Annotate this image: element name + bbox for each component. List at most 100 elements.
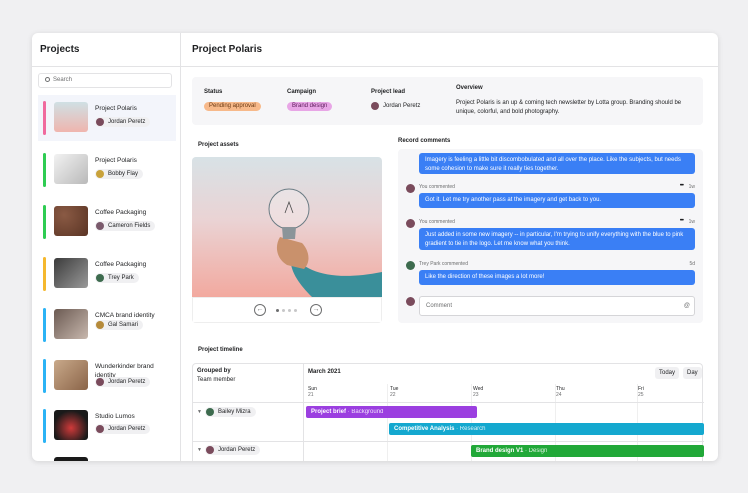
- status-label: Status: [204, 89, 223, 95]
- search-input[interactable]: Search: [38, 73, 172, 88]
- project-name: CMCA brand identity: [95, 312, 155, 319]
- more-icon[interactable]: •••: [680, 218, 684, 224]
- app-window: Projects Search Project Polaris Jordan P…: [32, 33, 718, 461]
- main-panel: Project Polaris Status Pending approval …: [181, 33, 718, 461]
- project-owner: Jordan Peretz: [95, 377, 151, 387]
- assets-carousel: ← →: [192, 157, 382, 323]
- day-header: Fri 25: [638, 386, 644, 398]
- mention-icon[interactable]: @: [684, 297, 690, 315]
- day-header: Thu 24: [556, 386, 565, 398]
- day-header: Tue 22: [390, 386, 399, 398]
- project-color-bar: [43, 205, 46, 239]
- search-icon: [45, 77, 50, 82]
- project-color-bar: [43, 409, 46, 443]
- timeline: Grouped by Team member March 2021 Today …: [192, 363, 704, 461]
- avatar: [96, 170, 104, 178]
- divider: [181, 66, 718, 67]
- comment-time: 1w: [688, 219, 695, 225]
- month-label: March 2021: [308, 369, 341, 375]
- day-header: Wed 23: [473, 386, 484, 398]
- divider: [193, 441, 704, 442]
- sidebar-project-item[interactable]: Coffee Packaging Trey Park: [38, 251, 176, 297]
- sidebar: Projects Search Project Polaris Jordan P…: [32, 33, 181, 461]
- overview-text: Project Polaris is an up & coming tech n…: [456, 100, 682, 115]
- sidebar-title: Projects: [40, 44, 80, 55]
- member-row-label[interactable]: ▼ Jordan Peretz: [197, 445, 261, 455]
- sidebar-project-item[interactable]: Project Polaris Jordan Peretz: [38, 95, 176, 141]
- overview-card: Status Pending approval Campaign Brand d…: [192, 77, 703, 125]
- more-icon[interactable]: •••: [680, 183, 684, 189]
- comment-bubble: Got it. Let me try another pass at the i…: [419, 193, 695, 208]
- project-owner: Jordan Peretz: [95, 117, 151, 127]
- project-lead-label: Project lead: [371, 89, 406, 95]
- prev-arrow-icon[interactable]: ←: [254, 304, 266, 316]
- campaign-badge[interactable]: Brand design: [287, 102, 333, 111]
- task-bar[interactable]: Brand design V1 · Design: [471, 445, 704, 457]
- avatar: [406, 261, 415, 270]
- carousel-dot[interactable]: [276, 309, 279, 312]
- project-color-bar: [43, 359, 46, 393]
- project-name: Coffee Packaging: [95, 209, 147, 216]
- timeline-title: Project timeline: [198, 347, 243, 353]
- lightbulb-photo: [268, 188, 382, 297]
- comment-meta: You commented: [419, 219, 455, 225]
- day-button[interactable]: Day: [683, 367, 702, 379]
- avatar: [205, 408, 214, 416]
- divider: [193, 402, 704, 403]
- project-thumbnail: [54, 102, 88, 132]
- day-header: Sun 21: [308, 386, 317, 398]
- grouped-by-label: Grouped by: [197, 368, 231, 374]
- project-name: Project Polaris: [95, 105, 137, 112]
- project-owner: Jordan Peretz: [95, 424, 151, 434]
- project-owner: Trey Park: [95, 273, 139, 283]
- comment-time: 1w: [688, 184, 695, 190]
- comment-bubble: Imagery is feeling a little bit discombo…: [419, 153, 695, 174]
- task-bar[interactable]: Project brief · Background: [306, 406, 477, 418]
- collapse-icon: ▼: [197, 447, 202, 453]
- avatar: [406, 219, 415, 228]
- comments-title: Record comments: [398, 138, 451, 144]
- project-owner: Bobby Flay: [95, 169, 144, 179]
- status-badge[interactable]: Pending approval: [204, 102, 261, 111]
- project-thumbnail: [54, 457, 88, 461]
- comment-bubble: Just added in some new imagery -- in par…: [419, 228, 695, 250]
- carousel-dot[interactable]: [288, 309, 291, 312]
- task-bar[interactable]: Competitive Analysis · Research: [389, 423, 704, 435]
- comment-input[interactable]: Comment @: [419, 296, 695, 316]
- project-owner: Cameron Fields: [95, 221, 156, 231]
- project-thumbnail: [54, 206, 88, 236]
- project-color-bar: [43, 257, 46, 291]
- carousel-dot[interactable]: [294, 309, 297, 312]
- project-thumbnail: [54, 360, 88, 390]
- overview-label: Overview: [456, 85, 483, 91]
- comment-meta: Trey Park commented: [419, 261, 468, 267]
- sidebar-project-item[interactable]: CMCA brand identity Gal Samari: [38, 302, 176, 348]
- collapse-icon: ▼: [197, 409, 202, 415]
- avatar: [96, 118, 104, 126]
- today-button[interactable]: Today: [655, 367, 680, 379]
- project-lead[interactable]: Jordan Peretz: [371, 101, 420, 111]
- avatar: [96, 321, 104, 329]
- asset-image[interactable]: [192, 157, 382, 297]
- avatar: [406, 297, 415, 306]
- project-color-bar: [43, 153, 46, 187]
- avatar: [371, 102, 379, 110]
- carousel-dot[interactable]: [282, 309, 285, 312]
- sidebar-project-item[interactable]: Studio Lumos Jordan Peretz: [38, 403, 176, 449]
- avatar: [96, 222, 104, 230]
- project-name: Studio Lumos: [95, 413, 135, 420]
- divider: [32, 66, 181, 67]
- member-row-label[interactable]: ▼ Bailey Mizra: [197, 407, 256, 417]
- avatar: [96, 378, 104, 386]
- project-thumbnail: [54, 309, 88, 339]
- project-thumbnail: [54, 258, 88, 288]
- sidebar-project-item[interactable]: Wunderkinder brand identity Jordan Peret…: [38, 353, 176, 399]
- group-by-select[interactable]: Team member: [197, 377, 235, 383]
- comments-panel: Imagery is feeling a little bit discombo…: [398, 149, 703, 323]
- sidebar-project-item[interactable]: Project Polaris Bobby Flay: [38, 147, 176, 193]
- project-thumbnail: [54, 410, 88, 440]
- assets-title: Project assets: [198, 142, 239, 148]
- next-arrow-icon[interactable]: →: [310, 304, 322, 316]
- campaign-label: Campaign: [287, 89, 317, 95]
- sidebar-project-item[interactable]: Coffee Packaging Cameron Fields: [38, 199, 176, 245]
